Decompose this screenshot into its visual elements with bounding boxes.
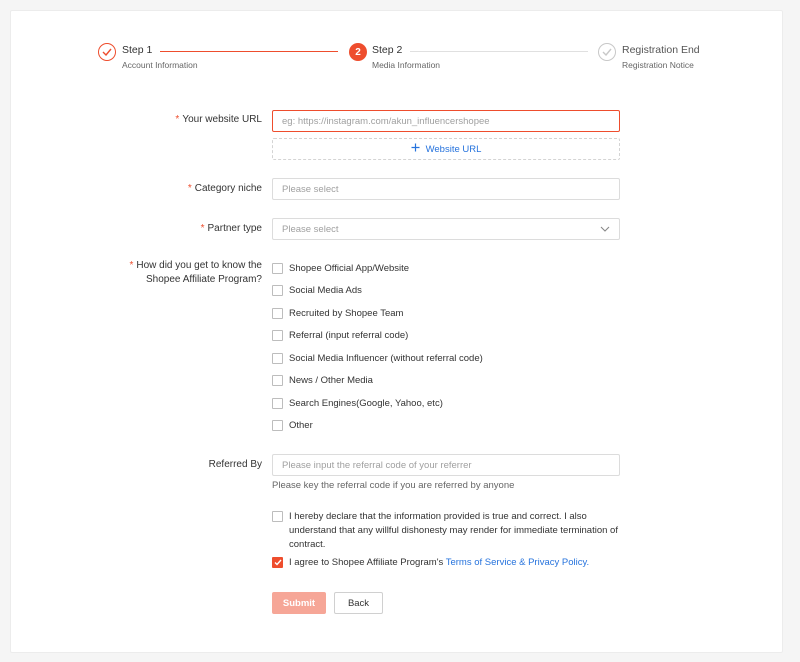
source-option[interactable]: News / Other Media: [272, 374, 373, 388]
plus-icon: [411, 143, 420, 155]
step-connector-2: [410, 51, 588, 52]
source-option[interactable]: Social Media Ads: [272, 284, 362, 298]
website-url-label: * Your website URL: [175, 114, 262, 125]
terms-link[interactable]: Terms of Service & Privacy Policy.: [446, 557, 589, 568]
referral-code-hint: Please key the referral code if you are …: [272, 480, 515, 491]
step-2-title: Step 2: [372, 44, 403, 56]
declaration-row[interactable]: I hereby declare that the information pr…: [272, 510, 642, 552]
website-url-input[interactable]: [272, 110, 620, 132]
checkbox[interactable]: [272, 375, 283, 386]
checkbox[interactable]: [272, 263, 283, 274]
checkbox[interactable]: [272, 330, 283, 341]
source-option[interactable]: Other: [272, 419, 313, 433]
category-niche-placeholder: Please select: [282, 183, 339, 195]
chevron-down-icon: [600, 224, 610, 235]
source-option[interactable]: Search Engines(Google, Yahoo, etc): [272, 397, 443, 411]
checkbox[interactable]: [272, 285, 283, 296]
step-2-number: 2: [349, 43, 367, 61]
label-column: * Your website URL * Category niche * Partn…: [0, 0, 262, 662]
step-2-desc: Media Information: [372, 60, 441, 70]
agree-checkbox[interactable]: [272, 557, 283, 568]
declaration-checkbox[interactable]: [272, 511, 283, 522]
source-option[interactable]: Social Media Influencer (without referra…: [272, 352, 483, 366]
check-icon: [598, 43, 616, 61]
add-website-url-label: Website URL: [425, 143, 482, 155]
source-option[interactable]: Referral (input referral code): [272, 329, 408, 343]
partner-type-select[interactable]: Please select: [272, 218, 620, 240]
back-button[interactable]: Back: [334, 592, 383, 614]
check-icon: [274, 559, 282, 566]
source-label: * How did you get to know the Shopee Affil…: [129, 260, 262, 285]
source-option[interactable]: Recruited by Shopee Team: [272, 307, 403, 321]
source-option[interactable]: Shopee Official App/Website: [272, 262, 409, 276]
category-niche-label: * Category niche: [187, 183, 262, 194]
checkbox[interactable]: [272, 353, 283, 364]
step-3-title: Registration End: [622, 44, 700, 56]
partner-type-placeholder: Please select: [282, 223, 339, 235]
agree-text: I agree to Shopee Affiliate Program's Te…: [289, 557, 590, 568]
declaration-text: I hereby declare that the information pr…: [289, 511, 618, 550]
referral-code-input[interactable]: [272, 454, 620, 476]
category-niche-select[interactable]: Please select: [272, 178, 620, 200]
agree-row[interactable]: I agree to Shopee Affiliate Program's Te…: [272, 556, 589, 570]
add-website-url-button[interactable]: Website URL: [272, 138, 620, 160]
step-3-desc: Registration Notice: [622, 60, 694, 70]
referred-by-label: Referred By: [208, 459, 262, 470]
submit-button[interactable]: Submit: [272, 592, 326, 614]
checkbox[interactable]: [272, 308, 283, 319]
checkbox[interactable]: [272, 398, 283, 409]
checkbox[interactable]: [272, 420, 283, 431]
partner-type-label: * Partner type: [200, 223, 262, 234]
